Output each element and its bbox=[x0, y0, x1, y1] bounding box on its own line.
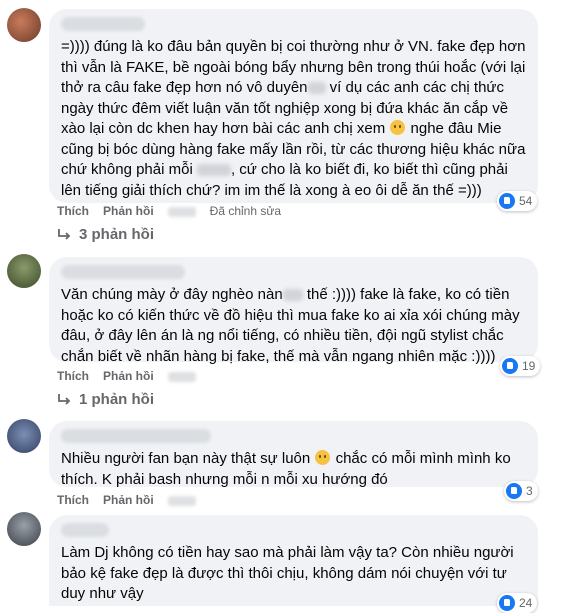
like-button[interactable]: Thích bbox=[57, 204, 89, 218]
avatar[interactable] bbox=[7, 419, 41, 453]
reaction-count[interactable]: 54 bbox=[497, 191, 538, 211]
edited-label: Đã chỉnh sửa bbox=[209, 204, 282, 218]
author-name-blurred[interactable] bbox=[61, 429, 211, 443]
comment-text: Làm Dj không có tiền hay sao mà phải làm… bbox=[61, 544, 514, 602]
comment-bubble: Văn chúng mày ở đây nghèo nàn thế :)))) … bbox=[49, 257, 538, 365]
reaction-count[interactable]: 24 bbox=[497, 593, 538, 613]
comment-text: Văn chúng mày ở đây nghèo nàn thế :)))) … bbox=[61, 286, 520, 365]
author-name-blurred[interactable] bbox=[61, 17, 145, 31]
timestamp-blurred[interactable] bbox=[167, 371, 196, 382]
avatar[interactable] bbox=[7, 8, 41, 42]
comment-bubble: Nhiều người fan bạn này thật sự luôn chắ… bbox=[49, 421, 538, 488]
reply-arrow-icon bbox=[58, 228, 71, 240]
reaction-count[interactable]: 3 bbox=[504, 481, 538, 501]
comment-text: =)))) đúng là ko đâu bản quyền bị coi th… bbox=[61, 38, 526, 199]
like-icon bbox=[502, 358, 518, 374]
comment-text: Nhiều người fan bạn này thật sự luôn chắ… bbox=[61, 450, 511, 488]
view-replies-link[interactable]: 1 phản hồi bbox=[57, 391, 154, 408]
like-icon bbox=[506, 483, 522, 499]
timestamp-blurred[interactable] bbox=[167, 495, 196, 506]
comment-actions: Thích Phản hồi bbox=[57, 493, 210, 507]
reaction-count[interactable]: 19 bbox=[500, 356, 541, 376]
worried-emoji-icon bbox=[315, 450, 331, 465]
like-icon bbox=[499, 595, 515, 611]
avatar[interactable] bbox=[7, 512, 41, 546]
like-button[interactable]: Thích bbox=[57, 493, 89, 507]
thinking-emoji-icon bbox=[390, 120, 406, 135]
timestamp-blurred[interactable] bbox=[167, 206, 196, 217]
view-replies-link[interactable]: 3 phản hồi bbox=[57, 226, 154, 243]
comment-actions: Thích Phản hồi bbox=[57, 369, 210, 383]
avatar[interactable] bbox=[7, 254, 41, 288]
like-icon bbox=[499, 193, 515, 209]
reply-arrow-icon bbox=[58, 393, 71, 405]
reply-button[interactable]: Phản hồi bbox=[103, 369, 154, 383]
comment-bubble: Làm Dj không có tiền hay sao mà phải làm… bbox=[49, 515, 538, 606]
comment-actions: Thích Phản hồi Đã chỉnh sửa bbox=[57, 204, 295, 218]
author-name-blurred[interactable] bbox=[61, 265, 185, 279]
author-name-blurred[interactable] bbox=[61, 523, 109, 537]
reply-button[interactable]: Phản hồi bbox=[103, 493, 154, 507]
like-button[interactable]: Thích bbox=[57, 369, 89, 383]
reply-button[interactable]: Phản hồi bbox=[103, 204, 154, 218]
comment-bubble: =)))) đúng là ko đâu bản quyền bị coi th… bbox=[49, 9, 538, 203]
